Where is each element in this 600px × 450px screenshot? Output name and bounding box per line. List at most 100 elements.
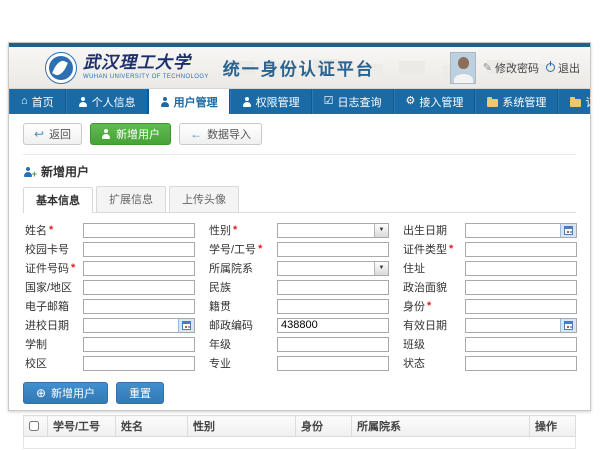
section-title: 新增用户 — [41, 163, 89, 180]
field-label: 班级 — [403, 336, 465, 352]
status-input[interactable] — [465, 356, 577, 371]
form-field-address: 住址 — [403, 260, 577, 276]
calendar-icon[interactable] — [178, 319, 194, 332]
field-label: 年级 — [209, 336, 277, 352]
form-field-major: 专业 — [209, 355, 389, 371]
campus-input[interactable] — [83, 356, 195, 371]
field-label: 民族 — [209, 279, 277, 295]
pencil-icon: ✎ — [483, 61, 492, 74]
tab-extended-info[interactable]: 扩展信息 — [96, 186, 166, 212]
entry-date-input[interactable] — [84, 319, 178, 332]
university-name-en: WUHAN UNIVERSITY OF TECHNOLOGY — [83, 74, 209, 80]
country-region-input[interactable] — [83, 280, 195, 295]
form-column-2: 性别* ▼ 学号/工号* 所属院系 ▼ 民族 — [209, 222, 389, 371]
form-column-1: 姓名* 校园卡号 证件号码* 国家/地区 — [25, 222, 195, 371]
calendar-icon[interactable] — [560, 319, 576, 332]
chevron-down-icon[interactable]: ▼ — [374, 262, 388, 275]
form-field-ethnicity: 民族 — [209, 279, 389, 295]
plus-circle-icon: ⊕ — [36, 387, 46, 399]
form-field-political-status: 政治面貌 — [403, 279, 577, 295]
major-input[interactable] — [277, 356, 389, 371]
form-field-identity: 身份* — [403, 298, 577, 314]
submit-add-user-button[interactable]: ⊕ 新增用户 — [23, 382, 108, 404]
form-field-campus-card: 校园卡号 — [25, 241, 195, 257]
field-label: 姓名* — [25, 222, 83, 238]
field-label: 学制 — [25, 336, 83, 352]
form-tabs: 基本信息 扩展信息 上传头像 — [23, 186, 576, 213]
logout-link[interactable]: 退出 — [546, 60, 580, 76]
form-field-email: 电子邮箱 — [25, 298, 195, 314]
field-label: 性别* — [209, 222, 277, 238]
back-button[interactable]: ↩ 返回 — [23, 123, 82, 145]
add-user-button-label: 新增用户 — [116, 126, 160, 142]
power-icon — [546, 63, 555, 72]
col-header-department: 所属院系 — [352, 416, 530, 437]
nav-item-permission-management[interactable]: 权限管理 — [230, 89, 312, 114]
university-logo — [45, 52, 77, 84]
form-field-id-type: 证件类型* — [403, 241, 577, 257]
department-select[interactable]: ▼ — [277, 261, 389, 276]
form-column-3: 出生日期 证件类型* 住址 政治面貌 — [403, 222, 577, 371]
gender-select[interactable]: ▼ — [277, 223, 389, 238]
field-label: 籍贯 — [209, 298, 277, 314]
form-field-study-length: 学制 — [25, 336, 195, 352]
main-nav: ⌂ 首页 个人信息 用户管理 权限管理 ☑ 日志查询 ⚙ 接入管理 — [9, 89, 590, 114]
folder-icon — [487, 99, 498, 107]
id-number-input[interactable] — [83, 261, 195, 276]
field-label: 身份* — [403, 298, 465, 314]
page-title: 统一身份认证平台 — [223, 55, 375, 80]
address-input[interactable] — [465, 261, 577, 276]
study-length-input[interactable] — [83, 337, 195, 352]
chevron-down-icon[interactable]: ▼ — [374, 224, 388, 237]
form-field-country: 国家/地区 — [25, 279, 195, 295]
name-input[interactable] — [83, 223, 195, 238]
calendar-glyph — [182, 321, 191, 330]
add-user-toolbar-button[interactable]: 新增用户 — [90, 123, 171, 145]
entry-date-picker[interactable] — [83, 318, 195, 333]
table-row — [24, 437, 576, 449]
political-status-input[interactable] — [465, 280, 577, 295]
tab-upload-avatar[interactable]: 上传头像 — [169, 186, 239, 212]
nav-item-access-management[interactable]: ⚙ 接入管理 — [394, 89, 476, 114]
email-input[interactable] — [83, 299, 195, 314]
student-id-input[interactable] — [277, 242, 389, 257]
nav-item-system-management[interactable]: 系统管理 — [475, 89, 558, 114]
form-field-grade: 年级 — [209, 336, 389, 352]
form-field-gender: 性别* ▼ — [209, 222, 389, 238]
ethnicity-input[interactable] — [277, 280, 389, 295]
nav-item-label: 首页 — [32, 94, 54, 110]
birth-date-picker[interactable] — [465, 223, 577, 238]
valid-date-picker[interactable] — [465, 318, 577, 333]
valid-date-input[interactable] — [466, 319, 560, 332]
col-header-actions: 操作 — [530, 416, 576, 437]
id-type-input[interactable] — [465, 242, 577, 257]
nav-item-user-management[interactable]: 用户管理 — [148, 89, 230, 114]
campus-card-input[interactable] — [83, 242, 195, 257]
folder-icon — [570, 99, 581, 107]
col-header-name: 姓名 — [116, 416, 188, 437]
class-input[interactable] — [465, 337, 577, 352]
grade-input[interactable] — [277, 337, 389, 352]
form-field-class: 班级 — [403, 336, 577, 352]
native-place-input[interactable] — [277, 299, 389, 314]
reset-button[interactable]: 重置 — [116, 382, 164, 404]
field-label: 状态 — [403, 355, 465, 371]
postal-code-input[interactable] — [277, 318, 389, 333]
header-actions: ✎ 修改密码 退出 — [450, 52, 580, 84]
change-password-link[interactable]: ✎ 修改密码 — [483, 60, 539, 76]
person-plus-icon: + — [23, 166, 36, 177]
form-field-name: 姓名* — [25, 222, 195, 238]
calendar-icon[interactable] — [560, 224, 576, 237]
nav-item-label: 日志查询 — [338, 94, 382, 110]
nav-item-log-query[interactable]: ☑ 日志查询 — [312, 89, 394, 114]
birth-date-input[interactable] — [466, 224, 560, 237]
form-field-id-number: 证件号码* — [25, 260, 195, 276]
nav-item-home[interactable]: ⌂ 首页 — [9, 89, 66, 114]
select-all-checkbox[interactable] — [29, 421, 39, 431]
tab-basic-info[interactable]: 基本信息 — [23, 187, 93, 213]
identity-input[interactable] — [465, 299, 577, 314]
nav-item-personal-info[interactable]: 个人信息 — [66, 89, 148, 114]
nav-item-subscription-management[interactable]: 订阅管理 — [558, 89, 600, 114]
calendar-glyph — [564, 321, 573, 330]
data-import-button[interactable]: ← 数据导入 — [179, 123, 262, 145]
